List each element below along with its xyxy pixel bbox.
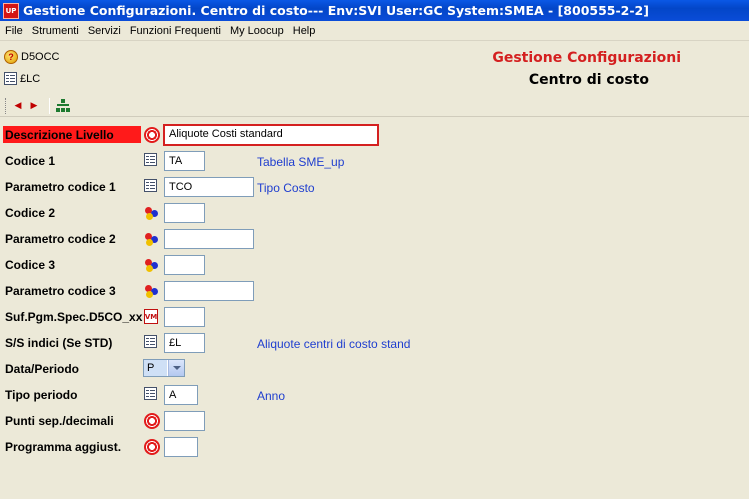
header-code1: D5OCC — [21, 51, 60, 63]
target-icon[interactable] — [144, 439, 160, 455]
app-logo-icon: UP — [3, 2, 19, 19]
field-row-ss-indici: S/S indici (Se STD) £L Aliquote centri d… — [0, 332, 749, 354]
header-code1-row[interactable]: ? D5OCC — [4, 50, 60, 64]
codice-3-input[interactable] — [164, 255, 205, 275]
codice-1-input[interactable]: TA — [164, 151, 205, 171]
field-row-parametro-codice-1: Parametro codice 1 TCO Tipo Costo — [0, 176, 749, 198]
parametro-codice-2-input[interactable] — [164, 229, 254, 249]
field-label: Descrizione Livello — [3, 126, 141, 143]
arrow-left-icon[interactable]: ◀ — [11, 98, 25, 114]
field-label: Parametro codice 3 — [5, 284, 116, 298]
field-label: Programma aggiust. — [5, 440, 122, 454]
field-label: S/S indici (Se STD) — [5, 336, 113, 350]
balls-icon[interactable] — [144, 205, 160, 221]
ss-indici-input[interactable]: £L — [164, 333, 205, 353]
grid-icon[interactable] — [144, 387, 160, 403]
codice-2-input[interactable] — [164, 203, 205, 223]
header-code2-row[interactable]: £LC — [4, 72, 40, 85]
menu-my-loocup[interactable]: My Loocup — [225, 25, 288, 37]
tree-structure-icon[interactable] — [56, 98, 70, 113]
parametro-codice-1-input[interactable]: TCO — [164, 177, 254, 197]
arrow-right-icon[interactable]: ▶ — [27, 98, 41, 114]
field-row-codice-2: Codice 2 — [0, 202, 749, 224]
toolbar-grip[interactable] — [5, 97, 7, 114]
menu-funzioni-frequenti[interactable]: Funzioni Frequenti — [125, 25, 225, 37]
field-row-punti-sep: Punti sep./decimali — [0, 410, 749, 432]
menu-servizi[interactable]: Servizi — [83, 25, 125, 37]
field-row-descrizione-livello: Descrizione Livello Aliquote Costi stand… — [0, 124, 749, 146]
field-label: Parametro codice 2 — [5, 232, 116, 246]
field-label: Codice 3 — [5, 258, 56, 272]
field-label: Punti sep./decimali — [5, 414, 114, 428]
field-row-data-periodo: Data/Periodo P — [0, 358, 749, 380]
grid-icon — [4, 72, 17, 85]
field-description: Tabella SME_up — [257, 155, 345, 169]
page-title: Gestione Configurazioni — [492, 50, 681, 66]
field-row-codice-1: Codice 1 TA Tabella SME_up — [0, 150, 749, 172]
parametro-codice-3-input[interactable] — [164, 281, 254, 301]
grid-icon[interactable] — [144, 335, 160, 351]
punti-sep-input[interactable] — [164, 411, 205, 431]
field-row-parametro-codice-3: Parametro codice 3 — [0, 280, 749, 302]
title-bar: UP Gestione Configurazioni. Centro di co… — [0, 0, 749, 21]
balls-icon[interactable] — [144, 257, 160, 273]
field-description: Tipo Costo — [257, 181, 315, 195]
vm-icon[interactable]: VM — [144, 309, 160, 325]
field-row-suf-pgm-spec: Suf.Pgm.Spec.D5CO_xx VM — [0, 306, 749, 328]
balls-icon[interactable] — [144, 283, 160, 299]
field-label: Suf.Pgm.Spec.D5CO_xx — [5, 310, 143, 324]
target-icon[interactable] — [144, 413, 160, 429]
page-subtitle: Centro di costo — [528, 72, 649, 88]
field-label: Codice 1 — [5, 154, 56, 168]
menu-strumenti[interactable]: Strumenti — [27, 25, 83, 37]
help-icon: ? — [4, 50, 18, 64]
field-row-codice-3: Codice 3 — [0, 254, 749, 276]
descrizione-livello-input[interactable]: Aliquote Costi standard — [163, 124, 379, 146]
suf-pgm-spec-input[interactable] — [164, 307, 205, 327]
grid-icon[interactable] — [144, 179, 160, 195]
field-description: Anno — [257, 389, 286, 403]
menu-file[interactable]: File — [0, 25, 27, 37]
field-label: Parametro codice 1 — [5, 180, 116, 194]
field-label: Data/Periodo — [5, 362, 80, 376]
header-code2: £LC — [20, 72, 41, 85]
field-label: Codice 2 — [5, 206, 56, 220]
chevron-down-icon[interactable] — [168, 360, 184, 376]
field-description: Aliquote centri di costo stand — [257, 337, 411, 351]
page-header: ? D5OCC £LC Gestione Configurazioni Cent… — [0, 44, 749, 94]
field-row-parametro-codice-2: Parametro codice 2 — [0, 228, 749, 250]
field-row-tipo-periodo: Tipo periodo A Anno — [0, 384, 749, 406]
window-title: Gestione Configurazioni. Centro di costo… — [23, 3, 649, 18]
field-label: Tipo periodo — [5, 388, 78, 402]
toolbar: ◀ ▶ — [0, 95, 749, 117]
toolbar-separator — [49, 97, 50, 114]
field-row-programma-aggiust: Programma aggiust. — [0, 436, 749, 458]
select-value: P — [144, 360, 167, 376]
balls-icon[interactable] — [144, 231, 160, 247]
menu-help[interactable]: Help — [288, 25, 320, 37]
target-icon[interactable] — [144, 127, 160, 143]
grid-icon[interactable] — [144, 153, 160, 169]
menu-bar: File Strumenti Servizi Funzioni Frequent… — [0, 22, 749, 41]
tipo-periodo-input[interactable]: A — [164, 385, 198, 405]
programma-aggiust-input[interactable] — [164, 437, 198, 457]
data-periodo-select[interactable]: P — [143, 359, 185, 377]
